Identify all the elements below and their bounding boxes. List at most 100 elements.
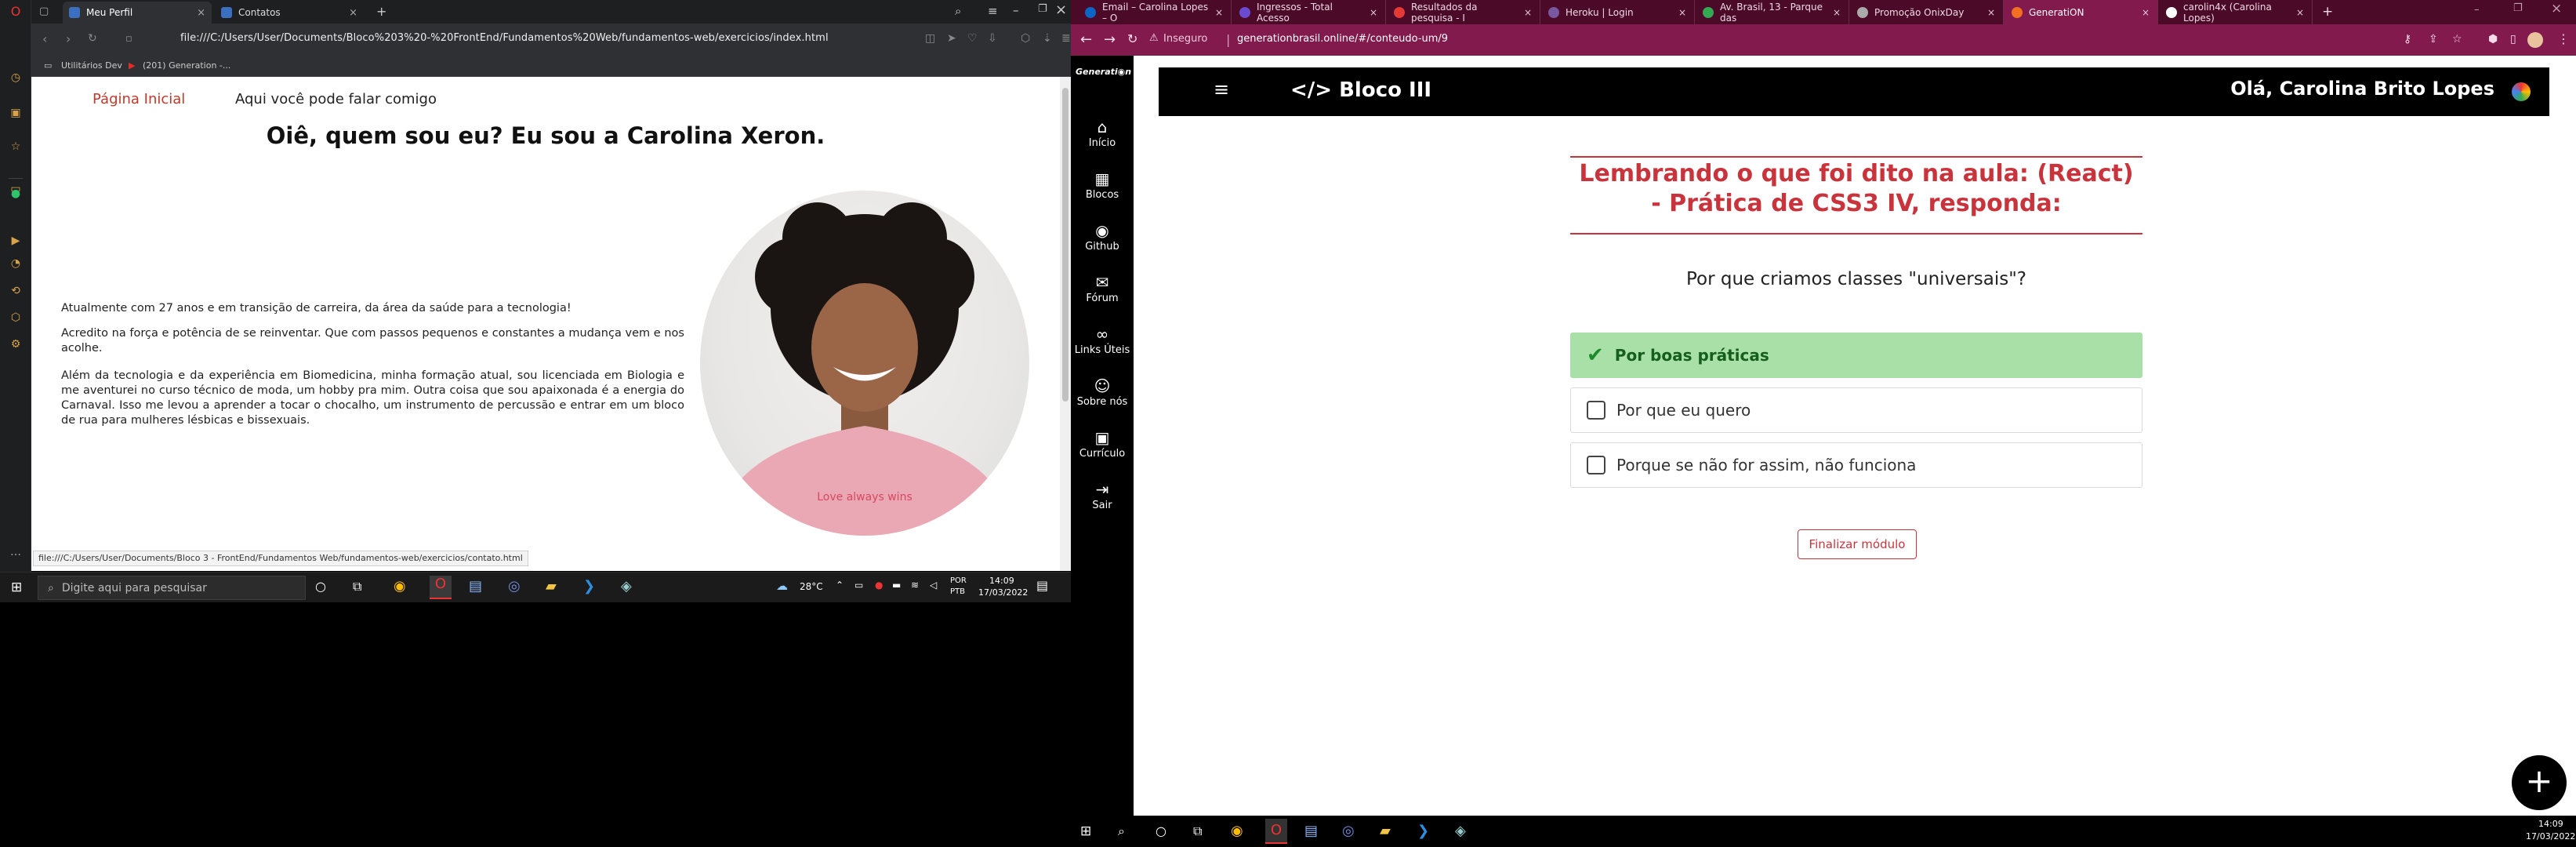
opera-logo-icon[interactable]: O [9,4,23,19]
cortana-icon[interactable]: ○ [1156,823,1166,838]
forward-icon[interactable]: → [1104,31,1116,48]
close-icon[interactable]: × [1215,7,1223,18]
more-icon[interactable]: ⋮ [2557,31,2570,46]
hamburger-menu-icon[interactable]: ≡ [1214,78,1229,100]
scrollbar-thumb[interactable] [1062,88,1068,402]
sidebar-item-sair[interactable]: ⇥ Sair [1071,481,1134,528]
tab-resultados[interactable]: Resultados da pesquisa - I × [1386,0,1540,24]
bookmark-item[interactable]: Utilitários Dev [61,60,122,71]
speed-dial-icon[interactable]: ◷ [9,71,23,85]
avatar[interactable] [2527,32,2543,48]
downloads-icon[interactable]: ⇣ [1043,32,1052,45]
search-icon[interactable]: ⌕ [1118,823,1125,839]
nav-home-link[interactable]: Página Inicial [93,91,185,107]
windows-start-icon[interactable]: ⊞ [11,580,22,595]
share-icon[interactable]: ⇪ [2429,33,2438,45]
taskbar-search-input[interactable]: ⌕ Digite aqui para pesquisar [38,576,306,600]
tab-maps[interactable]: Av. Brasil, 13 - Parque das × [1695,0,1849,24]
sidebar-item-sobre[interactable]: ☺ Sobre nós [1071,377,1134,424]
tab-meu-perfil[interactable]: Meu Perfil × [63,2,212,24]
extensions-icon[interactable]: ⬡ [1021,32,1030,45]
extensions-icon[interactable]: ⬢ [2488,33,2498,45]
tab-email[interactable]: Email – Carolina Lopes – O × [1077,0,1232,24]
notifications-icon[interactable]: ▤ [1036,578,1048,593]
window-close-icon[interactable]: × [1055,2,1067,18]
window-close-icon[interactable]: × [2551,1,2562,16]
close-icon[interactable]: × [349,7,357,19]
discord-icon[interactable]: ◎ [1342,823,1355,839]
heart-icon[interactable]: ♡ [967,32,978,45]
opera-taskbar-icon[interactable]: O [1265,819,1287,844]
key-icon[interactable]: ⚷ [2404,33,2411,45]
page-scrollbar[interactable] [1060,77,1071,571]
weather-temp[interactable]: 28°C [800,581,823,592]
search-icon[interactable]: ⌕ [955,4,961,18]
bookmark-item[interactable]: (201) Generation -... [143,60,230,71]
close-icon[interactable]: × [1987,7,1995,18]
easy-setup-icon[interactable]: ≣ [1061,32,1071,45]
wifi-icon[interactable]: ≋ [911,580,919,591]
chrome-icon[interactable]: ◉ [1231,823,1243,839]
clock-date[interactable]: 17/03/2022 [2526,831,2575,842]
url-input[interactable]: generationbrasil.online/#/conteudo-um/9 [1237,33,1448,45]
task-view-icon[interactable]: ⧉ [353,579,361,594]
notepad-icon[interactable]: ▤ [1304,823,1318,839]
close-icon[interactable]: × [1833,7,1841,18]
color-wheel-icon[interactable] [2512,82,2531,101]
reload-icon[interactable]: ↻ [88,32,97,45]
sidebar-item-curriculo[interactable]: ▣ Currículo [1071,429,1134,476]
generation-logo[interactable]: Generati◉n [1076,67,1131,85]
clock-time[interactable]: 14:09 [989,576,1014,586]
forward-icon[interactable]: › [66,31,71,46]
task-view-icon[interactable]: ⧉ [1193,823,1202,839]
sidebar-item-inicio[interactable]: ⌂ Início [1071,118,1134,165]
explorer-icon[interactable]: ▰ [546,578,557,594]
bag-icon[interactable]: ▣ [9,106,23,120]
maximize-icon[interactable]: ❐ [1038,3,1047,15]
reading-list-icon[interactable]: ▯ [2510,33,2516,45]
quiz-option[interactable]: Por que eu quero [1570,387,2142,433]
camera-icon[interactable]: ◫ [925,32,935,45]
windows-start-icon[interactable]: ⊞ [1080,823,1091,839]
close-icon[interactable]: × [1370,7,1377,18]
star-icon[interactable]: ☆ [9,140,23,154]
new-tab-icon[interactable]: + [376,4,386,19]
vscode-icon[interactable]: ❯ [1417,823,1429,839]
sidebar-item-blocos[interactable]: ▦ Blocos [1071,170,1134,217]
play-icon[interactable]: ▶ [9,234,23,248]
discord-icon[interactable]: ◎ [508,578,521,594]
new-tab-icon[interactable]: + [2322,4,2333,20]
close-icon[interactable]: × [2296,7,2304,18]
nav-contact-link[interactable]: Aqui você pode falar comigo [235,91,437,107]
clock-date[interactable]: 17/03/2022 [978,587,1028,598]
volume-icon[interactable]: ◁ [930,580,937,591]
vscode-icon[interactable]: ❯ [583,578,595,594]
whatsapp-icon-2[interactable]: ● [9,187,23,201]
warning-icon[interactable]: ⚠ [1149,32,1159,44]
battery-icon[interactable]: ▬ [892,580,901,591]
sidebar-item-github[interactable]: ◉ Github [1071,222,1134,269]
settings-icon[interactable]: ⚙ [9,337,23,351]
explorer-icon[interactable]: ▰ [1380,823,1391,839]
back-icon[interactable]: ← [1080,31,1092,48]
notepad-icon[interactable]: ▤ [469,578,482,594]
back-icon[interactable]: ‹ [42,31,47,46]
sidebar-item-forum[interactable]: ✉ Fórum [1071,274,1134,321]
cortana-icon[interactable]: ○ [315,579,326,594]
insecure-label[interactable]: Inseguro [1163,33,1207,45]
close-icon[interactable]: × [2142,7,2150,18]
add-fab-button[interactable]: + [2512,755,2567,810]
app-icon[interactable]: ◈ [1455,823,1466,839]
minimize-icon[interactable]: – [1013,3,1019,17]
close-icon[interactable]: × [197,7,205,19]
bookmark-star-icon[interactable]: ☆ [2452,33,2462,45]
tab-menu-icon[interactable]: ▢ [39,5,49,17]
history-icon[interactable]: ⟲ [9,284,23,298]
url-input[interactable]: file:///C:/Users/User/Documents/Bloco%20… [180,32,829,44]
maximize-icon[interactable]: ❐ [2513,2,2523,14]
cube-icon[interactable]: ⬡ [9,311,23,325]
download-icon[interactable]: ⇩ [988,32,997,45]
chrome-icon[interactable]: ◉ [394,578,406,594]
close-icon[interactable]: × [1678,7,1686,18]
tab-github[interactable]: carolin4x (Carolina Lopes) × [2158,0,2313,24]
